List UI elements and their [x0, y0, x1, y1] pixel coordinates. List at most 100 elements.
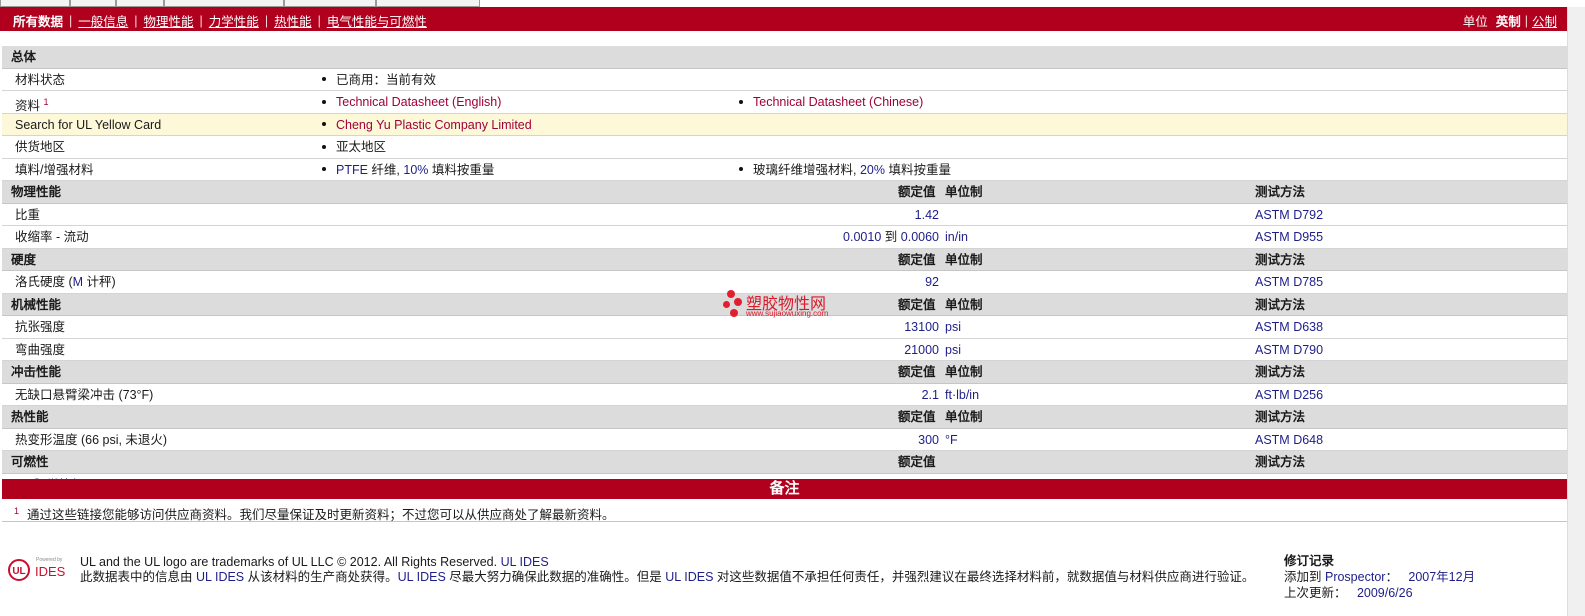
column-header-unit: 单位制: [945, 185, 983, 199]
row-value: 13100: [904, 320, 939, 334]
table-row: 热变形温度 (66 psi, 未退火) 300 °F ASTM D648: [2, 429, 1567, 451]
row-label: 洛氏硬度 (M 计秤): [15, 275, 116, 289]
section-title: 硬度: [11, 252, 37, 267]
table-row: 比重 1.42 ASTM D792: [2, 204, 1567, 226]
filler-value-1: PTFE 纤维, 10% 填料按重量: [322, 159, 494, 181]
column-header-unit: 单位制: [945, 410, 983, 424]
logo-ides-text: IDES: [35, 564, 66, 579]
nav-physical[interactable]: 物理性能: [144, 11, 194, 30]
watermark-dot: [734, 298, 742, 306]
row-value: 2.1: [921, 387, 939, 402]
section-title: 物理性能: [11, 185, 62, 199]
tab-6[interactable]: [376, 0, 480, 7]
test-method: ASTM D638: [1255, 320, 1324, 334]
row-value: 已商用：当前有效: [322, 69, 436, 91]
watermark-dot: [727, 290, 735, 298]
row-value: 21000: [904, 342, 939, 357]
column-header-nominal: 额定值: [898, 365, 936, 379]
table-row: 填料/增强材料 PTFE 纤维, 10% 填料按重量 玻璃纤维增强材料, 20%…: [2, 159, 1567, 181]
section-header-impact: 冲击性能 额定值 单位制 测试方法: [2, 361, 1567, 384]
table-row-highlight: Search for UL Yellow Card Cheng Yu Plast…: [2, 113, 1567, 136]
tab-3[interactable]: [116, 0, 164, 7]
ul-ides-link[interactable]: UL IDES: [501, 555, 549, 569]
bullet-icon: [322, 99, 326, 104]
watermark-url: www.sujiaowuxing.com: [746, 309, 829, 318]
row-label: 填料/增强材料: [15, 162, 94, 177]
section-header-hardness: 硬度 额定值 单位制 测试方法: [2, 248, 1567, 271]
section-title: 可燃性: [11, 455, 49, 469]
tab-4[interactable]: [164, 0, 284, 7]
logo-powered-text: Powered by: [36, 557, 63, 563]
test-method: ASTM D792: [1255, 207, 1324, 222]
row-value: 0.0010 到 0.0060: [843, 230, 939, 244]
section-header-general: 总体: [2, 46, 1567, 69]
row-label: 供货地区: [15, 140, 66, 154]
row-value: 1.42: [914, 207, 939, 222]
ul-ides-logo[interactable]: UL Powered by IDES: [8, 555, 70, 583]
column-header-unit: 单位制: [945, 365, 983, 379]
filler-value-2: 玻璃纤维增强材料, 20% 填料按重量: [739, 159, 951, 181]
bullet-icon: [322, 77, 326, 82]
notes-header: 备注: [2, 479, 1567, 499]
ul-logo-icon: UL Powered by IDES: [8, 557, 66, 581]
footnote-row: 1 通过这些链接您能够访问供应商资料。我们尽量保证及时更新资料；不过您可以从供应商…: [2, 500, 1567, 522]
section-header-flammability: 可燃性 额定值 测试方法: [2, 451, 1567, 474]
units-metric[interactable]: 公制: [1532, 11, 1557, 30]
section-title: 机械性能: [11, 297, 62, 312]
nav-thermal[interactable]: 热性能: [274, 11, 312, 30]
tab-5[interactable]: [284, 0, 376, 7]
test-method: ASTM D256: [1255, 387, 1324, 402]
revision-added: 添加到 Prospector： 2007年12月: [1284, 570, 1476, 584]
table-row: 弯曲强度 21000 psi ASTM D790: [2, 339, 1567, 361]
section-header-physical: 物理性能 额定值 单位制 测试方法: [2, 181, 1567, 204]
vertical-scrollbar[interactable]: [1567, 7, 1585, 616]
bullet-icon: [739, 99, 743, 104]
column-header-nominal: 额定值: [898, 410, 936, 424]
column-header-method: 测试方法: [1255, 297, 1306, 312]
row-unit: in/in: [945, 230, 968, 244]
datasheet-link-english[interactable]: Technical Datasheet (English): [322, 91, 501, 113]
tab-1[interactable]: [0, 0, 70, 7]
row-label: 比重: [15, 207, 41, 222]
footnote-marker[interactable]: 1: [44, 97, 49, 107]
browser-tab-strip: [0, 0, 1585, 7]
row-label: 材料状态: [15, 72, 66, 87]
supplier-link[interactable]: Cheng Yu Plastic Company Limited: [322, 114, 532, 136]
column-header-nominal: 额定值: [898, 455, 936, 469]
nav-mechanical[interactable]: 力学性能: [209, 11, 259, 30]
bullet-icon: [322, 144, 326, 149]
row-value: 300: [918, 432, 939, 447]
trademark-line: UL and the UL logo are trademarks of UL …: [80, 555, 549, 569]
test-method: ASTM D785: [1255, 275, 1324, 289]
nav-electrical-flammability[interactable]: 电气性能与可燃性: [327, 11, 427, 30]
nav-separator: |: [69, 13, 73, 28]
test-method: ASTM D648: [1255, 432, 1324, 447]
watermark-dot: [723, 301, 730, 308]
watermark-dot: [730, 309, 738, 317]
tab-2[interactable]: [70, 0, 116, 7]
section-title: 总体: [11, 50, 37, 64]
column-header-method: 测试方法: [1255, 365, 1306, 379]
section-nav-bar: 所有数据 | 一般信息 | 物理性能 | 力学性能 | 热性能 | 电气性能与可…: [0, 7, 1567, 31]
units-switcher: 单位 英制 | 公制: [1463, 11, 1557, 30]
datasheet-link-chinese[interactable]: Technical Datasheet (Chinese): [739, 91, 923, 113]
section-title: 热性能: [11, 410, 49, 424]
bullet-icon: [322, 122, 326, 127]
nav-general-info[interactable]: 一般信息: [78, 11, 128, 30]
column-header-method: 测试方法: [1255, 410, 1306, 424]
row-label: 收缩率 - 流动: [15, 230, 89, 244]
units-label: 单位: [1462, 15, 1488, 29]
row-label: 抗张强度: [15, 320, 66, 334]
row-label: 热变形温度 (66 psi, 未退火): [15, 432, 168, 447]
nav-all-data[interactable]: 所有数据: [13, 11, 63, 30]
revision-updated: 上次更新： 2009/6/26: [1284, 586, 1413, 600]
table-row: 材料状态 已商用：当前有效: [2, 69, 1567, 91]
footnote-text: 1 通过这些链接您能够访问供应商资料。我们尽量保证及时更新资料；不过您可以从供应商…: [14, 506, 615, 523]
prospector-link[interactable]: Prospector: [1325, 570, 1385, 584]
column-header-unit: 单位制: [945, 297, 983, 312]
row-unit: psi: [945, 342, 961, 357]
units-separator: |: [1524, 13, 1528, 28]
units-imperial[interactable]: 英制: [1496, 11, 1521, 30]
revision-title: 修订记录: [1284, 554, 1335, 568]
revision-history: 修订记录 添加到 Prospector： 2007年12月 上次更新： 2009…: [1284, 553, 1475, 601]
